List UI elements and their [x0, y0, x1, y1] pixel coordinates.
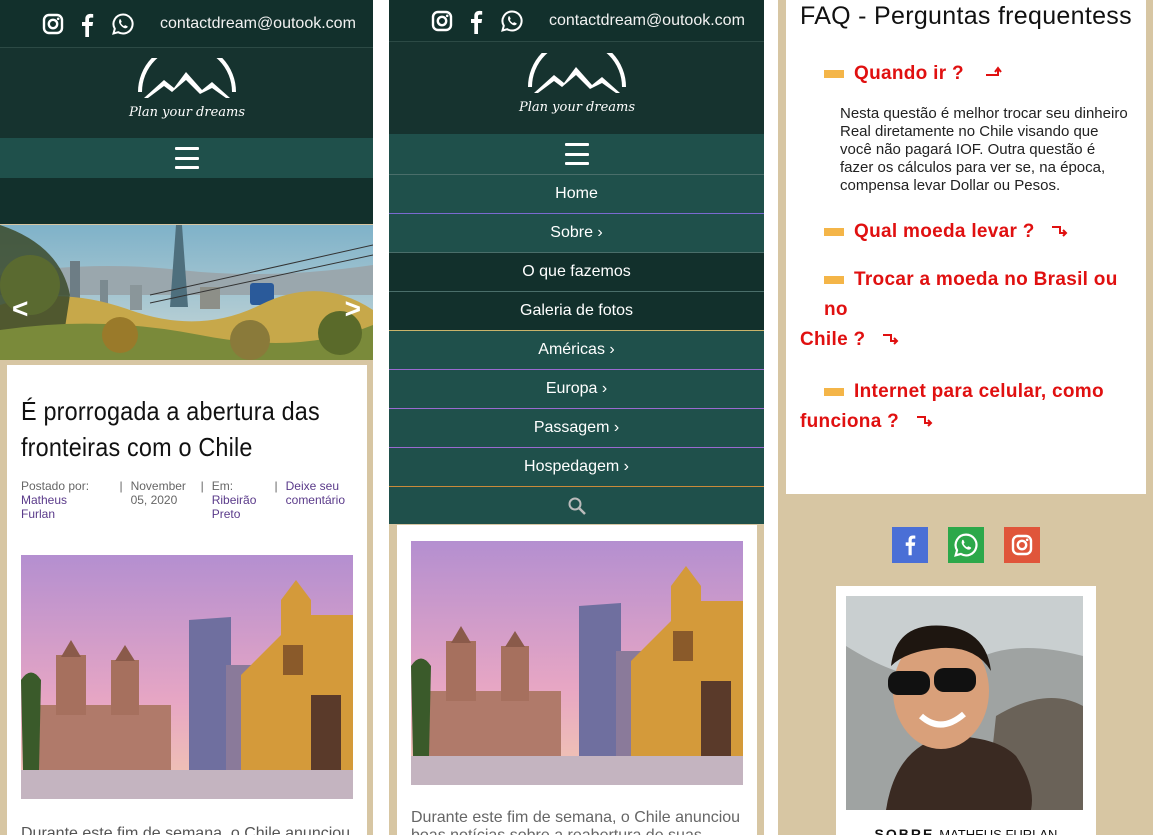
contact-email-link[interactable]: contactdream@outook.com [160, 15, 356, 33]
cathedral-image [21, 555, 353, 799]
top-bar: contactdream@outook.com [0, 0, 373, 48]
arrow-icon [883, 334, 899, 345]
nav-item-europa[interactable]: Europa › [389, 369, 764, 408]
faq-question[interactable]: funciona ? [800, 411, 899, 432]
faq-item[interactable]: Internet para celular, como funciona ? [800, 377, 1144, 437]
slider-image-santiago [0, 225, 373, 360]
meta-divider: | [119, 479, 123, 493]
arrow-icon [1052, 226, 1068, 237]
about-label: SOBRE MATHEUS FURLAN [846, 826, 1086, 835]
whatsapp-icon[interactable] [948, 527, 984, 563]
nav-search[interactable] [389, 486, 764, 524]
slider-next-button[interactable]: > [345, 293, 361, 325]
instagram-icon[interactable] [42, 13, 64, 35]
faq-answer: Nesta questão é melhor trocar seu dinhei… [840, 105, 1128, 194]
about-widget: SOBRE MATHEUS FURLAN [836, 586, 1096, 835]
faq-question[interactable]: Qual moeda levar ? [854, 221, 1035, 242]
instagram-icon[interactable] [1004, 527, 1040, 563]
nav-item-home[interactable]: Home [389, 174, 764, 213]
meta-divider: | [274, 479, 278, 493]
panel-separator [373, 0, 389, 835]
contact-email-link[interactable]: contactdream@outook.com [549, 12, 745, 30]
nav-item-o-que-fazemos[interactable]: O que fazemos [389, 252, 764, 291]
faq-question[interactable]: Chile ? [800, 329, 865, 350]
post-meta: Postado por: Matheus Furlan | November 0… [21, 479, 353, 521]
nav-item-hospedagem[interactable]: Hospedagem › [389, 447, 764, 486]
posted-by-label: Postado por: [21, 479, 90, 493]
post-image [411, 541, 743, 785]
faq-bullet-icon [824, 387, 844, 396]
faq-item[interactable]: Qual moeda levar ? [824, 217, 1146, 247]
social-links [892, 527, 1040, 563]
about-label-bold: SOBRE [874, 826, 935, 835]
site-logo[interactable]: Plan your dreams [389, 42, 764, 134]
faq-bullet-icon [824, 227, 844, 236]
author-link[interactable]: Matheus Furlan [21, 493, 103, 521]
post-excerpt-line: boas notícias sobre a reabertura de suas [411, 827, 702, 835]
comment-link[interactable]: Deixe seu comentário [286, 479, 353, 521]
post-image [21, 555, 353, 799]
site-logo[interactable]: Plan your dreams [0, 48, 373, 138]
screen-nav-open: contactdream@outook.com Plan your dreams… [389, 0, 764, 835]
location-label: Em: [211, 479, 234, 493]
search-icon[interactable] [567, 496, 587, 516]
nav-item-galeria[interactable]: Galeria de fotos [389, 291, 764, 330]
screen-faq: FAQ - Perguntas frequentess Quando ir ? … [778, 0, 1153, 835]
image-slider: < > [0, 225, 373, 360]
facebook-icon[interactable] [469, 10, 483, 34]
instagram-icon[interactable] [431, 10, 453, 32]
whatsapp-icon[interactable] [501, 9, 523, 32]
top-bar: contactdream@outook.com [389, 0, 764, 42]
post-title[interactable]: É prorrogada a abertura das fronteiras c… [21, 393, 354, 465]
faq-bullet-icon [824, 275, 844, 284]
meta-divider: | [200, 479, 204, 493]
faq-question[interactable]: Quando ir ? [854, 63, 964, 84]
panel-separator [764, 0, 778, 835]
logo-mountains-icon: Plan your dreams [127, 58, 245, 120]
faq-question[interactable]: Trocar a moeda no Brasil ou no [824, 269, 1118, 320]
nav-spacer [0, 178, 373, 224]
hamburger-icon[interactable] [564, 143, 589, 165]
menu-toggle[interactable] [389, 134, 764, 174]
logo-text: Plan your dreams [517, 100, 634, 115]
logo-mountains-icon: Plan your dreams [517, 53, 635, 115]
post-card: Durante este fim de semana, o Chile anun… [397, 525, 757, 835]
nav-item-passagem[interactable]: Passagem › [389, 408, 764, 447]
post-date: November 05, 2020 [130, 479, 186, 507]
about-label-name: MATHEUS FURLAN [939, 827, 1058, 835]
faq-card: FAQ - Perguntas frequentess Quando ir ? … [786, 0, 1146, 494]
menu-toggle[interactable] [0, 138, 373, 178]
faq-item[interactable]: Quando ir ? [824, 59, 1146, 89]
faq-item[interactable]: Trocar a moeda no Brasil ou no Chile ? [800, 265, 1144, 355]
arrow-icon [985, 66, 1002, 76]
nav-menu: Home Sobre › O que fazemos Galeria de fo… [389, 174, 764, 524]
whatsapp-icon[interactable] [112, 12, 134, 35]
post-excerpt: Durante este fim de semana, o Chile anun… [411, 809, 743, 835]
logo-text: Plan your dreams [127, 105, 244, 120]
post-excerpt: Durante este fim de semana, o Chile anun… [21, 825, 351, 835]
author-photo [846, 596, 1083, 810]
location-link[interactable]: Ribeirão Preto [212, 493, 259, 521]
faq-question[interactable]: Internet para celular, como [854, 381, 1104, 402]
facebook-icon[interactable] [80, 13, 94, 37]
nav-item-sobre[interactable]: Sobre › [389, 213, 764, 252]
screen-blog-post: contactdream@outook.com Plan your dreams [0, 0, 373, 835]
facebook-icon[interactable] [892, 527, 928, 563]
faq-bullet-icon [824, 69, 844, 78]
cathedral-image [411, 541, 743, 785]
arrow-icon [916, 416, 933, 427]
author-avatar [846, 596, 1083, 810]
nav-item-americas[interactable]: Américas › [389, 330, 764, 369]
post-card: É prorrogada a abertura das fronteiras c… [7, 365, 367, 835]
post-excerpt-line: Durante este fim de semana, o Chile anun… [411, 809, 741, 826]
hamburger-icon[interactable] [174, 147, 199, 169]
faq-title: FAQ - Perguntas frequentess [800, 2, 1132, 30]
slider-prev-button[interactable]: < [12, 293, 28, 325]
